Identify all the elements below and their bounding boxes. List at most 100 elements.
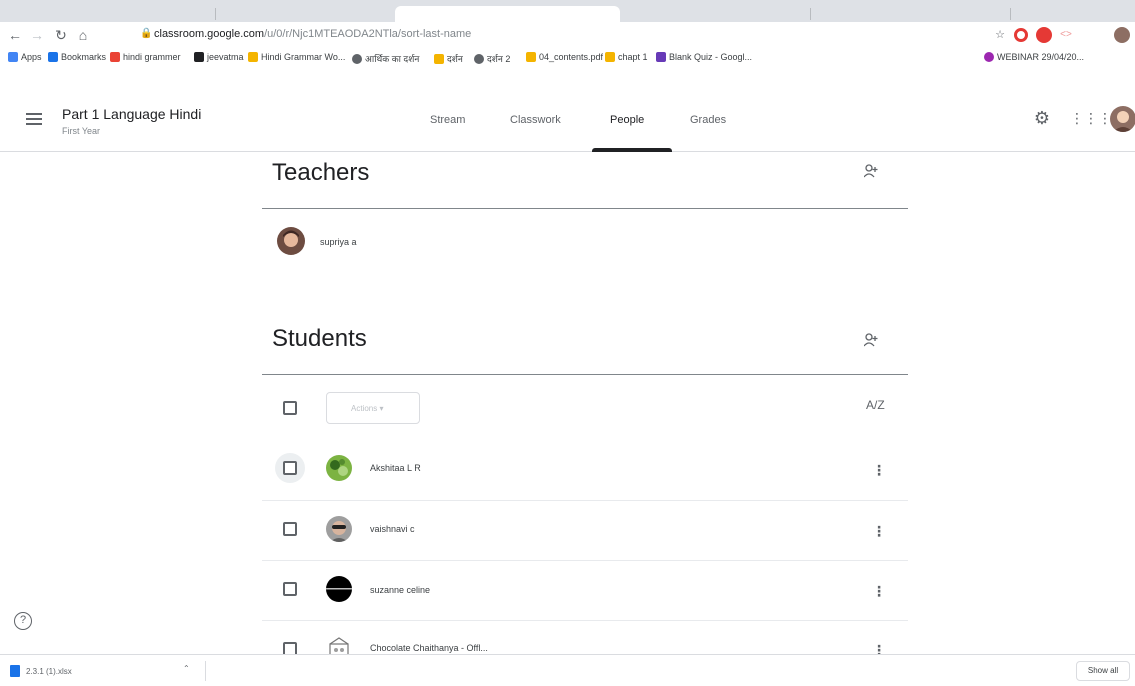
student-name: Akshitaa L R	[370, 463, 421, 473]
bookmark-star-icon[interactable]: ☆	[992, 27, 1008, 43]
lock-icon: 🔒	[140, 28, 153, 39]
browser-tab-strip	[0, 0, 1135, 22]
apps-grid-icon	[8, 52, 18, 62]
tab-separator	[810, 8, 811, 20]
browser-tab-active[interactable]	[395, 6, 620, 22]
students-heading: Students	[272, 325, 367, 352]
profile-avatar-icon[interactable]	[1114, 27, 1130, 43]
teachers-divider	[262, 208, 908, 209]
download-filename: 2.3.1 (1).xlsx	[26, 666, 72, 676]
bookmark-item[interactable]: 04_contents.pdf	[526, 52, 603, 62]
settings-gear-icon[interactable]: ⚙	[1030, 106, 1054, 130]
bookmark-item[interactable]: दर्शन 2	[474, 52, 510, 65]
bookmark-favicon	[248, 52, 258, 62]
student-avatar	[326, 516, 352, 542]
bookmark-label: hindi grammer	[123, 52, 181, 62]
student-name: vaishnavi c	[370, 524, 415, 534]
active-tab-indicator	[592, 148, 672, 152]
bookmark-favicon	[474, 53, 484, 64]
tab-grades[interactable]: Grades	[690, 114, 726, 126]
sort-az-icon[interactable]: A/Z	[866, 398, 885, 412]
bookmark-label: आर्थिक का दर्शन	[365, 54, 420, 64]
bookmark-label: chapt 1	[618, 52, 648, 62]
student-avatar	[326, 576, 352, 602]
bookmark-favicon	[110, 52, 120, 62]
download-item[interactable]: 2.3.1 (1).xlsx	[10, 665, 72, 677]
excel-file-icon	[10, 665, 20, 677]
tab-classwork[interactable]: Classwork	[510, 114, 561, 126]
help-icon[interactable]: ?	[14, 612, 32, 630]
tab-separator	[1010, 8, 1011, 20]
back-arrow-icon[interactable]: ←	[6, 26, 24, 44]
tab-people[interactable]: People	[610, 114, 644, 126]
bookmark-item[interactable]: chapt 1	[605, 52, 648, 62]
bookmark-item[interactable]: WEBINAR 29/04/20...	[984, 52, 1084, 62]
tab-stream[interactable]: Stream	[430, 114, 465, 126]
downloads-bar: 2.3.1 (1).xlsx ⌃ Show all	[0, 654, 1135, 686]
show-all-button[interactable]: Show all	[1076, 661, 1130, 681]
bookmark-item[interactable]: दर्शन	[434, 52, 463, 65]
account-avatar[interactable]	[1110, 106, 1135, 132]
student-name: suzanne celine	[370, 585, 431, 595]
bookmark-item[interactable]: hindi grammer	[110, 52, 181, 62]
student-checkbox[interactable]	[283, 582, 297, 596]
stop-extension-icon[interactable]	[1036, 27, 1052, 43]
bookmark-label: Hindi Grammar Wo...	[261, 52, 346, 62]
bookmark-favicon	[984, 52, 994, 62]
invite-teacher-icon[interactable]	[863, 164, 878, 181]
teacher-avatar	[277, 227, 305, 255]
bookmark-apps[interactable]: Apps	[8, 52, 42, 62]
invite-student-icon[interactable]	[863, 333, 878, 350]
forward-arrow-icon[interactable]: →	[28, 26, 46, 44]
student-checkbox[interactable]	[283, 522, 297, 536]
bookmarks-bar: Apps Bookmarks hindi grammer jeevatma Hi…	[0, 48, 1135, 68]
browser-toolbar: ← → ↻ ⌂ 🔒 classroom.google.com/u/0/r/Njc…	[0, 22, 1135, 48]
class-title[interactable]: Part 1 Language Hindi	[62, 106, 201, 122]
bookmark-favicon	[194, 52, 204, 62]
bookmark-label: 04_contents.pdf	[539, 52, 604, 62]
bookmark-item[interactable]: jeevatma	[194, 52, 244, 62]
bookmark-favicon	[434, 53, 444, 64]
student-checkbox[interactable]	[283, 461, 297, 475]
student-avatar	[326, 455, 352, 481]
apps-grid-icon[interactable]: ⋮⋮⋮	[1070, 106, 1112, 130]
row-divider	[262, 560, 908, 561]
main-menu-icon[interactable]	[26, 113, 42, 125]
bookmark-item[interactable]: Bookmarks	[48, 52, 106, 62]
bookmark-label: Bookmarks	[61, 52, 107, 62]
opera-extension-icon[interactable]	[1014, 28, 1028, 42]
teacher-name: supriya a	[320, 237, 357, 247]
class-subtitle: First Year	[62, 126, 101, 136]
bookmark-label: दर्शन 2	[487, 54, 511, 64]
bookmark-item[interactable]: Hindi Grammar Wo...	[248, 52, 345, 62]
bookmark-label: WEBINAR 29/04/20...	[997, 52, 1085, 62]
dropdown-caret-icon: ▾	[379, 404, 384, 413]
student-name: Chocolate Chaithanya - Offl...	[370, 643, 488, 653]
students-divider	[262, 374, 908, 375]
url-path: /u/0/r/Njc1MTEAODA2NTla/sort-last-name	[264, 28, 472, 40]
more-options-icon[interactable]: ⋮	[872, 462, 886, 479]
more-options-icon[interactable]: ⋮	[872, 583, 886, 600]
bookmark-item[interactable]: Blank Quiz - Googl...	[656, 52, 752, 62]
bookmark-favicon	[656, 52, 666, 62]
bookmark-label: दर्शन	[447, 54, 463, 64]
url-text: classroom.google.com/u/0/r/Njc1MTEAODA2N…	[154, 28, 471, 40]
bookmark-label: Apps	[21, 52, 42, 62]
classroom-header: Part 1 Language Hindi First Year Stream …	[0, 86, 1135, 152]
row-divider	[262, 620, 908, 621]
chevron-up-icon[interactable]: ⌃	[183, 664, 190, 673]
star-icon	[48, 52, 58, 62]
bookmark-label: Blank Quiz - Googl...	[669, 52, 753, 62]
reload-icon[interactable]: ↻	[52, 26, 70, 44]
code-extension-icon[interactable]: <>	[1058, 27, 1074, 43]
row-divider	[262, 500, 908, 501]
teachers-heading: Teachers	[272, 159, 370, 186]
tab-separator	[215, 8, 216, 20]
bookmark-item[interactable]: आर्थिक का दर्शन	[352, 52, 419, 65]
bookmark-favicon	[605, 52, 615, 62]
home-icon[interactable]: ⌂	[74, 26, 92, 44]
actions-dropdown[interactable]: Actions ▾	[326, 392, 420, 424]
address-bar[interactable]: 🔒 classroom.google.com/u/0/r/Njc1MTEAODA…	[140, 25, 970, 45]
more-options-icon[interactable]: ⋮	[872, 523, 886, 540]
select-all-checkbox[interactable]	[283, 401, 297, 415]
